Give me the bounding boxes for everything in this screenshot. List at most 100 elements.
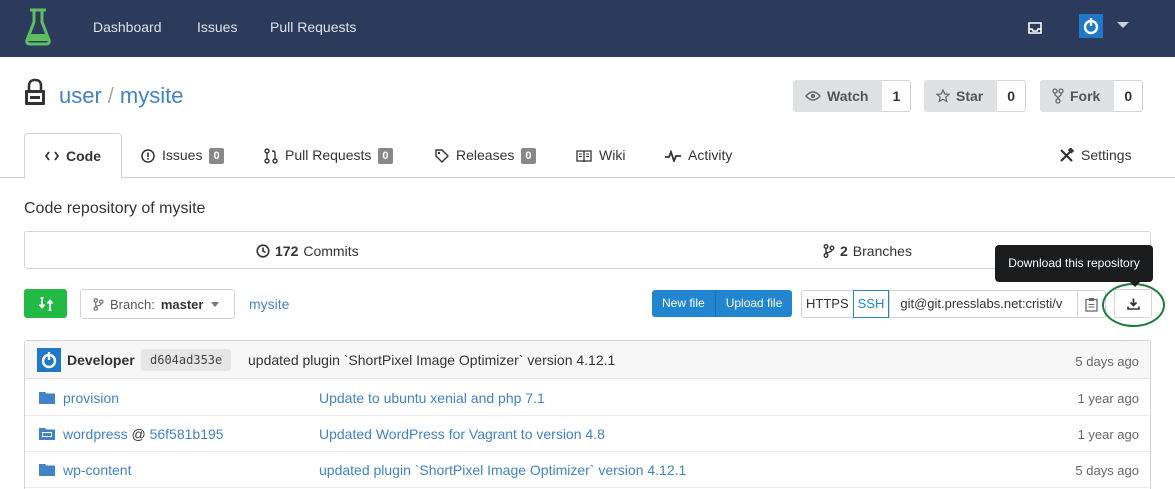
repo-description: Code repository of mysite <box>24 200 206 217</box>
flask-icon[interactable] <box>24 8 52 46</box>
commits-stat[interactable]: 172 Commits <box>256 242 359 260</box>
branch-icon <box>823 244 835 258</box>
pulls-count-badge: 0 <box>378 147 393 164</box>
repo-name-link[interactable]: mysite <box>120 83 184 108</box>
nav-dashboard[interactable]: Dashboard <box>93 18 162 36</box>
tools-icon <box>1060 148 1074 162</box>
file-name-link[interactable]: provision <box>63 390 119 406</box>
tab-pull-requests[interactable]: Pull Requests 0 <box>264 133 393 178</box>
star-group: Star 0 <box>924 80 1027 112</box>
submodule-ref-link[interactable]: 56f581b195 <box>150 426 224 442</box>
https-toggle[interactable]: HTTPS <box>802 291 853 317</box>
fork-count[interactable]: 0 <box>1114 80 1144 112</box>
book-icon <box>576 149 592 162</box>
history-icon <box>256 244 270 258</box>
tab-label: Releases <box>456 147 515 163</box>
tab-label: Wiki <box>599 147 626 163</box>
branch-prefix: Branch: <box>110 296 155 312</box>
submodule-at: @ <box>131 426 146 442</box>
fork-icon <box>1052 88 1064 104</box>
table-row: wp-content updated plugin `ShortPixel Im… <box>25 452 1150 488</box>
commit-time: 5 days ago <box>1075 354 1139 369</box>
star-icon <box>936 89 950 103</box>
pull-request-icon <box>264 147 278 164</box>
file-commit-link[interactable]: Update to ubuntu xenial and php 7.1 <box>319 390 545 406</box>
submodule-entry: wordpress @ 56f581b195 <box>63 426 224 442</box>
branch-name: master <box>160 296 204 312</box>
clone-url-box: HTTPS SSH git@git.presslabs.net:cristi/v <box>801 290 1107 318</box>
clipboard-icon <box>1085 297 1099 312</box>
power-avatar-icon <box>37 348 61 372</box>
clone-url-input[interactable]: git@git.presslabs.net:cristi/v <box>889 291 1077 317</box>
file-actions-group: New file Upload file <box>652 290 793 317</box>
fork-label: Fork <box>1070 88 1101 104</box>
releases-count-badge: 0 <box>521 147 536 164</box>
submodule-folder-icon <box>39 428 55 440</box>
folder-icon <box>39 464 55 476</box>
branches-count: 2 <box>840 243 848 259</box>
chevron-down-icon <box>211 301 220 307</box>
tag-icon <box>435 148 449 163</box>
eye-icon <box>805 91 821 101</box>
repo-owner-link[interactable]: user <box>59 83 102 108</box>
repo-title: user / mysite <box>59 82 183 110</box>
repo-stats-bar: 172 Commits 2 Branches <box>24 231 1151 269</box>
issue-icon <box>141 148 155 163</box>
watch-button[interactable]: Watch <box>793 80 883 112</box>
file-name-link[interactable]: wp-content <box>63 462 131 478</box>
pulse-icon <box>665 149 681 162</box>
inbox-icon[interactable] <box>1027 20 1043 36</box>
top-navbar: Dashboard Issues Pull Requests <box>0 0 1175 57</box>
commits-label: Commits <box>303 243 359 259</box>
file-time: 1 year ago <box>1077 391 1139 406</box>
commit-message: updated plugin `ShortPixel Image Optimiz… <box>248 352 616 368</box>
commits-count: 172 <box>275 243 299 259</box>
branches-stat[interactable]: 2 Branches <box>823 242 912 260</box>
tab-label: Pull Requests <box>285 147 372 163</box>
new-file-button[interactable]: New file <box>652 290 715 317</box>
repo-separator: / <box>107 83 114 108</box>
highlight-circle <box>1102 283 1165 327</box>
tab-settings[interactable]: Settings <box>1059 133 1132 178</box>
commit-author-avatar[interactable] <box>37 348 61 372</box>
file-table: Developer d604ad353e updated plugin `Sho… <box>24 340 1151 489</box>
watch-group: Watch 1 <box>793 80 912 112</box>
branch-dropdown[interactable]: Branch: master <box>80 289 235 319</box>
upload-file-button[interactable]: Upload file <box>714 290 793 317</box>
nav-issues[interactable]: Issues <box>197 18 237 36</box>
chevron-down-icon[interactable] <box>1117 22 1129 28</box>
fork-button[interactable]: Fork <box>1040 80 1115 112</box>
star-count[interactable]: 0 <box>997 80 1027 112</box>
user-avatar[interactable] <box>1079 14 1103 38</box>
tab-code[interactable]: Code <box>24 133 122 179</box>
nav-pull-requests[interactable]: Pull Requests <box>270 18 356 36</box>
compare-button[interactable] <box>24 289 67 318</box>
tab-label: Settings <box>1081 147 1132 163</box>
watch-count[interactable]: 1 <box>882 80 912 112</box>
tab-issues[interactable]: Issues 0 <box>141 133 224 178</box>
file-commit-link[interactable]: Updated WordPress for Vagrant to version… <box>319 426 605 442</box>
star-label: Star <box>956 88 984 104</box>
commit-author[interactable]: Developer <box>67 352 135 368</box>
ssh-toggle[interactable]: SSH <box>852 290 890 318</box>
file-name-link[interactable]: wordpress <box>63 426 128 442</box>
code-icon <box>45 151 59 161</box>
repo-tabs: Code Issues 0 Pull Requests 0 Releases 0… <box>0 133 1175 179</box>
lock-icon <box>25 78 45 105</box>
tab-wiki[interactable]: Wiki <box>576 133 625 178</box>
fork-group: Fork 0 <box>1040 80 1144 112</box>
folder-icon <box>39 392 55 404</box>
issues-count-badge: 0 <box>209 147 224 164</box>
table-row: wordpress @ 56f581b195 Updated WordPress… <box>25 416 1150 452</box>
tab-activity[interactable]: Activity <box>665 133 732 178</box>
file-time: 5 days ago <box>1075 463 1139 478</box>
tab-releases[interactable]: Releases 0 <box>435 133 536 178</box>
breadcrumb-repo-link[interactable]: mysite <box>249 296 289 312</box>
commit-sha[interactable]: d604ad353e <box>141 349 232 371</box>
table-row: provision Update to ubuntu xenial and ph… <box>25 380 1150 416</box>
branch-icon <box>93 297 104 311</box>
star-button[interactable]: Star <box>924 80 998 112</box>
file-time: 1 year ago <box>1077 427 1139 442</box>
file-commit-link[interactable]: updated plugin `ShortPixel Image Optimiz… <box>319 462 686 478</box>
tab-label: Activity <box>688 147 733 163</box>
